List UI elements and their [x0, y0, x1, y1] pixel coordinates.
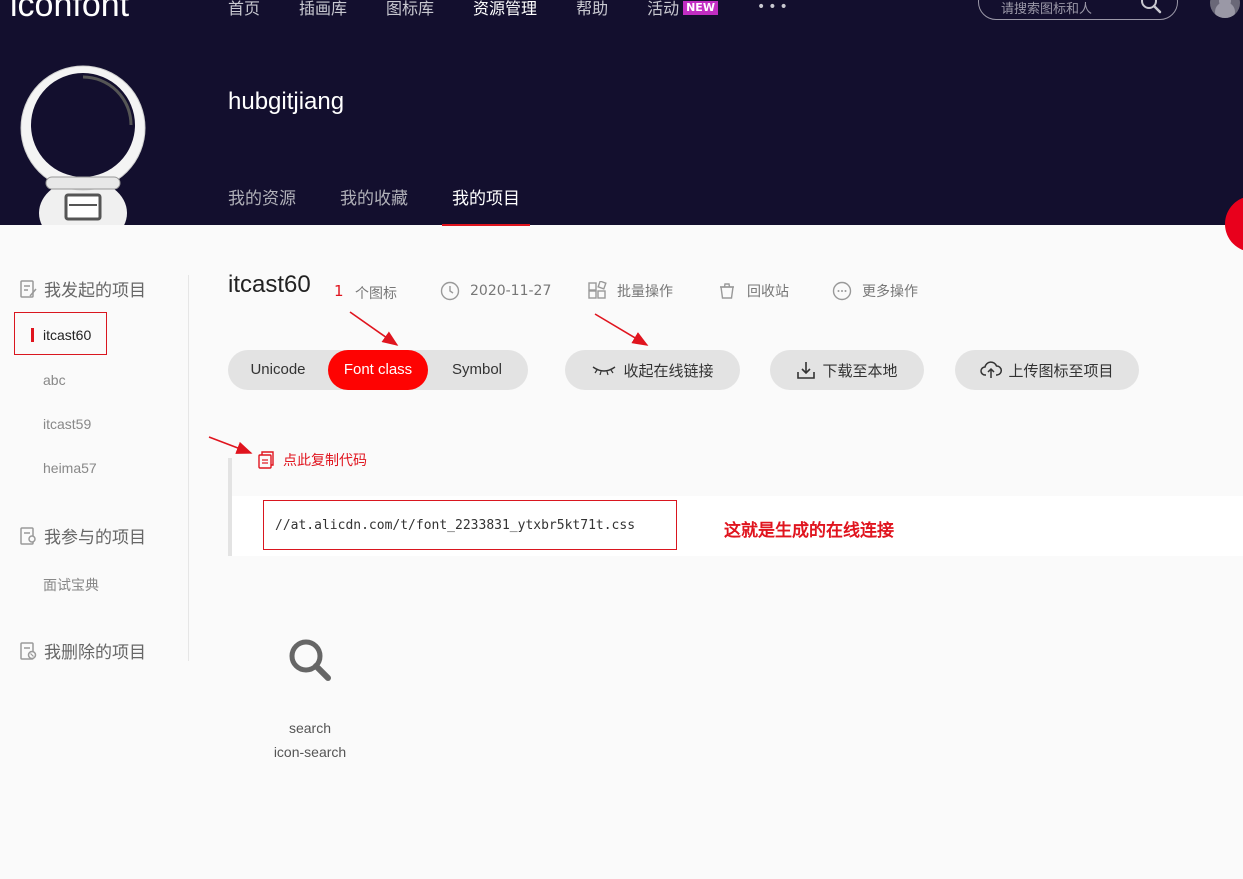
sidebar-item-itcast59[interactable]: itcast59: [43, 416, 91, 432]
section-participated-projects: 我参与的项目: [18, 523, 146, 548]
sidebar-divider: [188, 275, 189, 661]
sidebar-item-itcast60[interactable]: itcast60: [14, 312, 107, 355]
active-indicator: [31, 328, 34, 342]
user-avatar-icon[interactable]: [1210, 0, 1240, 18]
recycle-bin-button[interactable]: 回收站: [717, 281, 789, 301]
nav-home[interactable]: 首页: [228, 0, 260, 19]
section-title: 我参与的项目: [44, 528, 146, 548]
icon-count-label: 个图标: [355, 286, 397, 302]
mode-font-class[interactable]: Font class: [328, 350, 428, 390]
collapse-online-link-button[interactable]: 收起在线链接: [565, 350, 740, 390]
upload-icon-button[interactable]: 上传图标至项目: [955, 350, 1139, 390]
trash-icon: [720, 283, 734, 299]
section-title: 我删除的项目: [44, 643, 146, 663]
nav-activities[interactable]: 活动 NEW: [647, 0, 718, 19]
mode-symbol[interactable]: Symbol: [428, 350, 526, 390]
document-edit-icon: [20, 279, 37, 298]
top-header: iconfont° 首页 插画库 图标库 资源管理 帮助 活动NEW ••• 请…: [0, 0, 1243, 247]
mode-unicode[interactable]: Unicode: [228, 350, 328, 390]
tab-my-favorites[interactable]: 我的收藏: [340, 184, 408, 209]
avatar: [16, 63, 150, 247]
mode-switcher: Unicode Font class Symbol: [228, 350, 528, 390]
icon-count: 1: [334, 282, 344, 300]
icon-name: search: [288, 720, 332, 736]
document-delete-icon: [20, 641, 37, 660]
section-title: 我发起的项目: [44, 281, 146, 301]
section-deleted-projects[interactable]: 我删除的项目: [18, 638, 146, 663]
more-operations-button[interactable]: 更多操作: [832, 281, 918, 301]
online-link-code[interactable]: //at.alicdn.com/t/font_2233831_ytxbr5kt7…: [263, 500, 677, 550]
top-nav: 首页 插画库 图标库 资源管理 帮助 活动 NEW •••: [228, 0, 791, 20]
arrow-to-font-class: [349, 311, 399, 346]
arrow-to-collapse-link: [594, 313, 649, 346]
search-input[interactable]: 请搜索图标和人: [978, 0, 1178, 20]
arrow-to-copy-code: [208, 436, 253, 454]
sidebar-item-heima57[interactable]: heima57: [43, 460, 97, 476]
section-initiated-projects: 我发起的项目: [18, 276, 146, 301]
iconfont-logo[interactable]: iconfont°: [10, 0, 135, 25]
grid-icon: [588, 281, 607, 299]
nav-icon-library[interactable]: 图标库: [386, 0, 434, 19]
document-user-icon: [20, 526, 36, 545]
icon-card[interactable]: search icon-search: [250, 630, 370, 760]
more-icon: [832, 281, 852, 301]
nav-help[interactable]: 帮助: [576, 0, 608, 19]
nav-illustrations[interactable]: 插画库: [299, 0, 347, 19]
clock-icon: [440, 281, 460, 301]
more-menu-icon[interactable]: •••: [757, 0, 791, 15]
tab-my-projects[interactable]: 我的项目: [442, 184, 530, 226]
annotation-text: 这就是生成的在线连接: [724, 521, 894, 541]
project-title: itcast60: [228, 271, 311, 298]
search-icon[interactable]: [1139, 0, 1163, 19]
project-date: 2020-11-27: [440, 281, 551, 301]
sidebar-item-label: itcast60: [43, 327, 92, 343]
profile-username: hubgitjiang: [228, 88, 345, 115]
eye-closed-icon: [593, 366, 616, 376]
nav-resource-management[interactable]: 资源管理: [473, 0, 537, 19]
new-badge: NEW: [683, 0, 718, 15]
copy-code-link[interactable]: 点此复制代码: [256, 450, 367, 470]
batch-operation-button[interactable]: 批量操作: [587, 281, 673, 301]
search-icon: [289, 639, 331, 681]
cloud-upload-icon: [980, 361, 1003, 378]
download-icon: [797, 362, 816, 379]
search-placeholder: 请搜索图标和人: [1001, 2, 1093, 17]
profile-tabs: 我的资源 我的收藏 我的项目: [228, 184, 564, 226]
tab-my-resources[interactable]: 我的资源: [228, 184, 296, 209]
sidebar-item-abc[interactable]: abc: [43, 372, 66, 388]
sidebar-item-interview[interactable]: 面试宝典: [43, 575, 99, 595]
download-local-button[interactable]: 下载至本地: [770, 350, 924, 390]
icon-class-name: icon-search: [273, 744, 347, 760]
copy-icon: [258, 451, 274, 469]
